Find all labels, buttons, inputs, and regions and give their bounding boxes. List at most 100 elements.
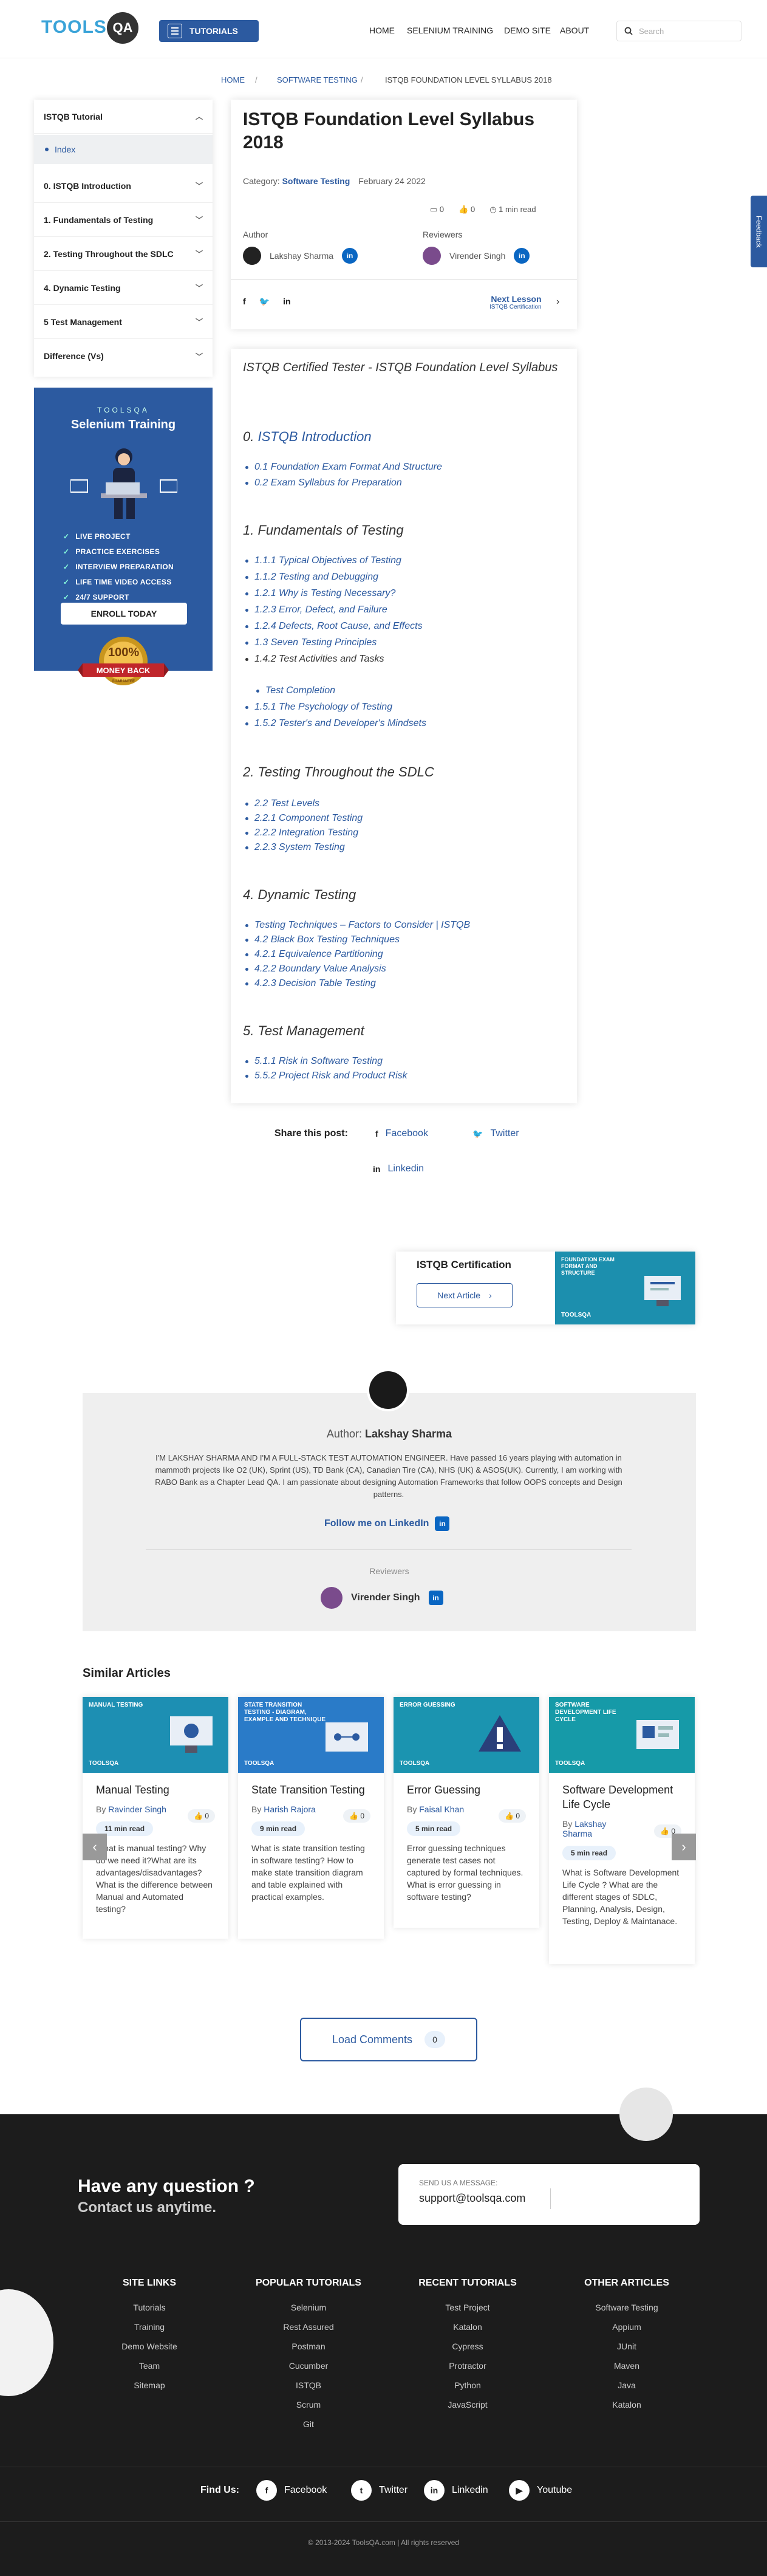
reviewer-name[interactable]: Virender Singh xyxy=(351,1592,420,1603)
share-twitter[interactable]: 🐦 Twitter xyxy=(472,1128,519,1139)
footer-link[interactable]: Training xyxy=(89,2322,210,2332)
footer-facebook[interactable]: f Facebook xyxy=(256,2480,327,2501)
footer-link[interactable]: Appium xyxy=(566,2322,687,2332)
next-article-thumbnail[interactable]: FOUNDATION EXAM FORMAT AND STRUCTURE TOO… xyxy=(555,1252,695,1324)
card-likes[interactable]: 👍 0 xyxy=(343,1809,370,1823)
footer-linkedin[interactable]: in Linkedin xyxy=(424,2480,488,2501)
toc-item[interactable]: 0.1 Foundation Exam Format And Structure xyxy=(245,462,442,473)
toc-heading-link[interactable]: ISTQB Introduction xyxy=(257,429,371,444)
toc-item[interactable]: 0.2 Exam Syllabus for Preparation xyxy=(245,478,402,488)
footer-link[interactable]: Katalon xyxy=(407,2322,528,2332)
sidebar-item-test-management[interactable]: 5 Test Management ﹀ xyxy=(34,305,213,339)
enroll-today-button[interactable]: ENROLL TODAY xyxy=(61,603,187,625)
card-author[interactable]: Faisal Khan xyxy=(419,1804,464,1814)
author-name[interactable]: Lakshay Sharma xyxy=(270,251,333,261)
carousel-prev-button[interactable]: ‹ xyxy=(83,1834,107,1860)
nav-about[interactable]: ABOUT xyxy=(560,26,589,35)
footer-link[interactable]: Tutorials xyxy=(89,2303,210,2312)
sidebar-item-istqb-introduction[interactable]: 0. ISTQB Introduction ﹀ xyxy=(34,169,213,203)
search-input[interactable]: Search xyxy=(639,27,664,36)
nav-home[interactable]: HOME xyxy=(369,26,395,35)
footer-link[interactable]: Sitemap xyxy=(89,2380,210,2390)
likes-stat[interactable]: 👍 0 xyxy=(458,205,475,214)
card-author[interactable]: Ravinder Singh xyxy=(108,1804,166,1814)
footer-link[interactable]: Scrum xyxy=(248,2400,369,2410)
footer-link[interactable]: Python xyxy=(407,2380,528,2390)
footer-link[interactable]: JavaScript xyxy=(407,2400,528,2410)
toc-item[interactable]: 1.1.2 Testing and Debugging xyxy=(245,572,378,583)
toc-item[interactable]: 1.5.2 Tester's and Developer's Mindsets xyxy=(245,718,426,729)
linkedin-icon[interactable]: in xyxy=(514,248,530,264)
toc-item[interactable]: 2.2.3 System Testing xyxy=(245,842,345,853)
twitter-icon[interactable]: 🐦 xyxy=(259,296,270,307)
chevron-right-icon[interactable]: › xyxy=(556,296,559,307)
sidebar-item-fundamentals[interactable]: 1. Fundamentals of Testing ﹀ xyxy=(34,203,213,237)
footer-link[interactable]: Demo Website xyxy=(89,2341,210,2351)
sidebar-item-istqb-tutorial[interactable]: ISTQB Tutorial ︿ xyxy=(34,100,213,134)
carousel-next-button[interactable]: › xyxy=(672,1834,696,1860)
breadcrumb-category[interactable]: SOFTWARE TESTING xyxy=(277,75,358,84)
comments-stat[interactable]: ▭ 0 xyxy=(430,205,444,214)
search-box[interactable]: Search xyxy=(616,21,741,41)
toc-item[interactable]: 4.2.2 Boundary Value Analysis xyxy=(245,964,386,975)
footer-youtube[interactable]: ▶ Youtube xyxy=(509,2480,572,2501)
toc-item[interactable]: 1.1.1 Typical Objectives of Testing xyxy=(245,555,401,566)
footer-link[interactable]: Test Project xyxy=(407,2303,528,2312)
footer-link[interactable]: Selenium xyxy=(248,2303,369,2312)
footer-link[interactable]: Cypress xyxy=(407,2341,528,2351)
site-logo[interactable]: TOOLS xyxy=(41,17,107,38)
card-title[interactable]: Manual Testing xyxy=(96,1783,215,1797)
footer-link[interactable]: Team xyxy=(89,2361,210,2371)
card-likes[interactable]: 👍 0 xyxy=(499,1809,526,1823)
card-likes[interactable]: 👍 0 xyxy=(188,1809,215,1823)
toc-item[interactable]: 1.2.3 Error, Defect, and Failure xyxy=(245,605,387,615)
similar-article-card[interactable]: STATE TRANSITION TESTING - DIAGRAM, EXAM… xyxy=(238,1697,384,1939)
share-linkedin[interactable]: in Linkedin xyxy=(373,1163,424,1174)
card-author[interactable]: Harish Rajora xyxy=(264,1804,316,1814)
toc-item[interactable]: 4.2.1 Equivalence Partitioning xyxy=(245,949,383,960)
similar-article-card[interactable]: SOFTWARE DEVELOPMENT LIFE CYCLE TOOLSQA S… xyxy=(549,1697,695,1964)
tutorials-button[interactable]: TUTORIALS xyxy=(159,20,259,42)
footer-link[interactable]: Postman xyxy=(248,2341,369,2351)
linkedin-icon[interactable]: in xyxy=(428,1591,443,1605)
reviewer-name[interactable]: Virender Singh xyxy=(449,251,505,261)
toc-item[interactable]: 4.2 Black Box Testing Techniques xyxy=(245,934,400,945)
message-box[interactable]: SEND US A MESSAGE: support@toolsqa.com xyxy=(398,2164,700,2225)
breadcrumb-home[interactable]: HOME xyxy=(221,75,245,84)
card-title[interactable]: Error Guessing xyxy=(407,1783,526,1797)
footer-link[interactable]: Software Testing xyxy=(566,2303,687,2312)
linkedin-icon[interactable]: in xyxy=(283,296,290,307)
linkedin-icon[interactable]: in xyxy=(342,248,358,264)
footer-link[interactable]: Maven xyxy=(566,2361,687,2371)
toc-item[interactable]: 1.2.4 Defects, Root Cause, and Effects xyxy=(245,621,423,632)
next-article-button[interactable]: Next Article › xyxy=(417,1283,513,1307)
load-comments-button[interactable]: Load Comments 0 xyxy=(300,2018,477,2061)
footer-link[interactable]: Rest Assured xyxy=(248,2322,369,2332)
nav-selenium-training[interactable]: SELENIUM TRAINING xyxy=(407,26,493,35)
footer-link[interactable]: Katalon xyxy=(566,2400,687,2410)
toc-item[interactable]: 1.2.1 Why is Testing Necessary? xyxy=(245,588,395,599)
footer-link[interactable]: ISTQB xyxy=(248,2380,369,2390)
toc-item[interactable]: 2.2 Test Levels xyxy=(245,798,319,809)
toc-item[interactable]: 2.2.2 Integration Testing xyxy=(245,827,358,838)
sidebar-item-difference[interactable]: Difference (Vs) ﹀ xyxy=(34,339,213,373)
footer-link[interactable]: Cucumber xyxy=(248,2361,369,2371)
next-lesson-link[interactable]: Next Lesson ISTQB Certification xyxy=(489,294,542,310)
toc-item[interactable]: 5.1.1 Risk in Software Testing xyxy=(245,1056,383,1067)
category-link[interactable]: Software Testing xyxy=(282,176,350,186)
footer-link[interactable]: Git xyxy=(248,2419,369,2429)
similar-article-card[interactable]: MANUAL TESTING TOOLSQA Manual Testing By … xyxy=(83,1697,228,1939)
sidebar-item-dynamic-testing[interactable]: 4. Dynamic Testing ﹀ xyxy=(34,271,213,305)
toc-item[interactable]: 2.2.1 Component Testing xyxy=(245,813,363,824)
card-title[interactable]: State Transition Testing xyxy=(251,1783,370,1797)
toc-item[interactable]: 5.5.2 Project Risk and Product Risk xyxy=(245,1070,407,1081)
sidebar-item-sdlc[interactable]: 2. Testing Throughout the SDLC ﹀ xyxy=(34,237,213,271)
toc-item[interactable]: Testing Techniques – Factors to Consider… xyxy=(245,920,470,931)
toc-item[interactable]: 1.5.1 The Psychology of Testing xyxy=(245,702,392,713)
nav-demo-site[interactable]: DEMO SITE xyxy=(504,26,551,35)
support-email[interactable]: support@toolsqa.com xyxy=(419,2192,525,2205)
similar-article-card[interactable]: ERROR GUESSING TOOLSQA Error Guessing By … xyxy=(394,1697,539,1928)
footer-link[interactable]: JUnit xyxy=(566,2341,687,2351)
footer-link[interactable]: Protractor xyxy=(407,2361,528,2371)
facebook-icon[interactable]: f xyxy=(243,296,246,307)
